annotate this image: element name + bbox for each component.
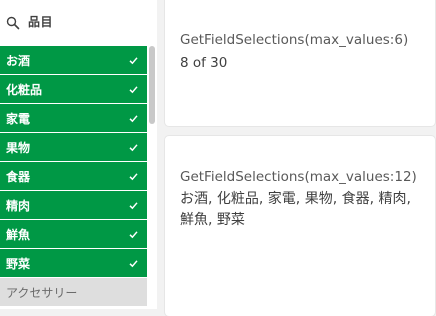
list-item-vegetables[interactable]: 野菜 bbox=[0, 249, 147, 277]
checkmark-icon bbox=[129, 112, 138, 123]
list-item-label: 化粧品 bbox=[6, 83, 43, 97]
filter-header[interactable]: 品目 bbox=[0, 0, 157, 44]
checkmark-icon bbox=[129, 54, 138, 65]
list-item-label: 鮮魚 bbox=[6, 228, 31, 242]
scrollbar-thumb[interactable] bbox=[149, 46, 155, 124]
checkmark-icon bbox=[129, 141, 138, 152]
kpi-card-max6: GetFieldSelections(max_values:6) 8 of 30 bbox=[165, 0, 435, 126]
kpi-value: お酒, 化粧品, 家電, 果物, 食器, 精肉, 鮮魚, 野菜 bbox=[180, 191, 411, 228]
checkmark-icon bbox=[129, 228, 138, 239]
list-item-label: アクセサリー bbox=[6, 286, 78, 300]
kpi-title: GetFieldSelections(max_values:12) bbox=[180, 169, 417, 185]
kpi-card-max12: GetFieldSelections(max_values:12) お酒, 化粧… bbox=[165, 136, 435, 316]
kpi-value: 8 of 30 bbox=[180, 55, 228, 71]
list-item-label: 食器 bbox=[6, 170, 31, 184]
list-item-meat[interactable]: 精肉 bbox=[0, 191, 147, 219]
checkmark-icon bbox=[129, 170, 138, 181]
list-item-label: 野菜 bbox=[6, 257, 31, 271]
list-item-sake[interactable]: お酒 bbox=[0, 46, 147, 74]
checkmark-icon bbox=[129, 257, 138, 268]
list-item-accessories[interactable]: アクセサリー bbox=[0, 278, 147, 306]
checkmark-icon bbox=[129, 83, 138, 94]
list-item-label: 果物 bbox=[6, 141, 31, 155]
list-item-appliances[interactable]: 家電 bbox=[0, 104, 147, 132]
scrollbar[interactable] bbox=[147, 46, 157, 309]
list-item-cosmetics[interactable]: 化粧品 bbox=[0, 75, 147, 103]
checkmark-icon bbox=[129, 199, 138, 210]
list-item-tableware[interactable]: 食器 bbox=[0, 162, 147, 190]
filter-title: 品目 bbox=[28, 15, 54, 29]
list-item-label: 精肉 bbox=[6, 199, 31, 213]
list-item-label: 家電 bbox=[6, 112, 31, 126]
filter-pane: 品目 お酒 化粧品 家電 果物 食器 精肉 鮮魚 野菜 アクセサリー bbox=[0, 0, 157, 309]
filter-list: お酒 化粧品 家電 果物 食器 精肉 鮮魚 野菜 アクセサリー bbox=[0, 46, 147, 307]
search-icon[interactable] bbox=[6, 15, 20, 30]
kpi-title: GetFieldSelections(max_values:6) bbox=[180, 32, 409, 48]
list-item-fruit[interactable]: 果物 bbox=[0, 133, 147, 161]
list-item-fish[interactable]: 鮮魚 bbox=[0, 220, 147, 248]
list-item-label: お酒 bbox=[6, 54, 31, 68]
